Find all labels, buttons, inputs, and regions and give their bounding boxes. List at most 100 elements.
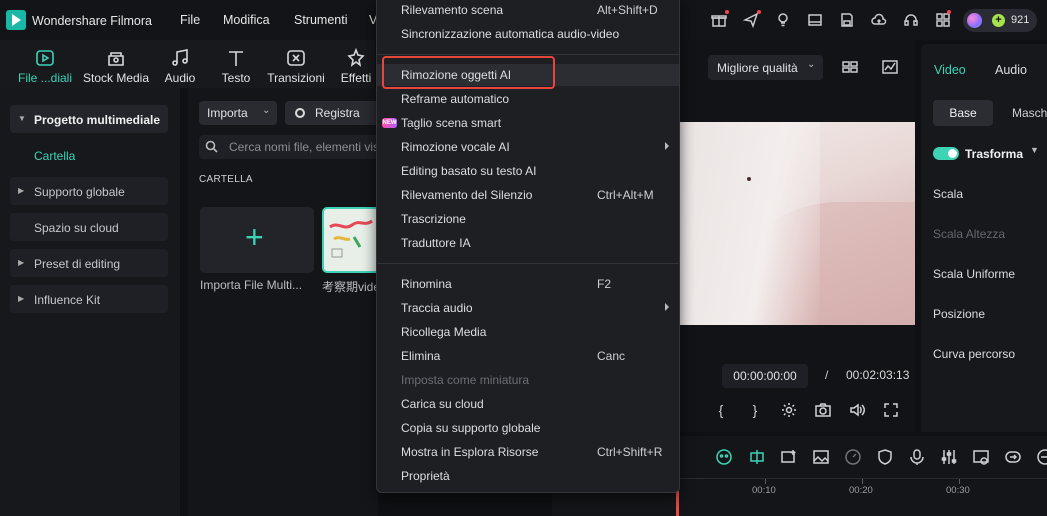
import-media-label: Importa File Multi... [200,278,303,292]
mixer-icon[interactable] [940,448,958,466]
menu-item-editing-testo-ai[interactable]: Editing basato su testo AI [377,160,679,182]
replace-icon[interactable] [972,448,990,466]
menu-item-rinomina[interactable]: Rinomina F2 [377,273,679,295]
record-label: Registra [315,106,360,120]
menu-item-carica-cloud[interactable]: Carica su cloud [377,393,679,415]
save-icon[interactable] [839,12,855,28]
menu-item-shortcut: F2 [597,277,612,291]
total-time: 00:02:03:13 [846,368,910,382]
subtab-mask[interactable]: Masch [1001,100,1047,126]
grid-icon[interactable] [935,12,951,28]
row-scala: Scala [933,187,964,201]
tool-text[interactable]: Testo [216,40,256,88]
sidebar-item-preset-editing[interactable]: ▶ Preset di editing [10,249,168,277]
scope-chart-icon[interactable] [882,59,898,75]
credits-count: 921 [1011,14,1030,26]
bulb-icon[interactable] [775,12,791,28]
sidebar-item-supporto-globale[interactable]: ▶ Supporto globale [10,177,168,205]
video-clip-thumbnail[interactable] [322,207,382,273]
menu-strumenti[interactable]: Strumenti [294,13,348,27]
media-search-input[interactable]: Cerca nomi file, elementi vis [199,135,379,159]
fit-icon[interactable] [1004,448,1022,466]
menu-item-shortcut: Canc [597,349,626,363]
properties-panel: Video Audio Base Masch Trasforma ▼ Scala… [921,44,1047,432]
menu-item-proprieta[interactable]: Proprietà [377,465,679,487]
tool-media[interactable]: File ...diali [14,40,76,88]
tool-transitions[interactable]: Transizioni [266,40,326,88]
sidebar-item-progetto-multimediale[interactable]: ▼ Progetto multimediale [10,105,168,133]
tool-effects[interactable]: Effetti [336,40,376,88]
tool-stock-media[interactable]: Stock Media [82,40,150,88]
credits-badge[interactable]: + 921 [963,9,1037,32]
menu-item-rimozione-vocale-ai[interactable]: Rimozione vocale AI [377,136,679,158]
avatar [967,13,982,28]
send-icon[interactable] [742,12,759,29]
menu-item-mostra-esplora-risorse[interactable]: Mostra in Esplora Risorse Ctrl+Shift+R [377,441,679,463]
tool-audio-label: Audio [164,71,196,85]
menu-item-traccia-audio[interactable]: Traccia audio [377,297,679,319]
tool-media-label: File ...diali [17,71,73,85]
import-label: Importa [207,106,248,120]
tab-video[interactable]: Video [934,63,966,77]
record-dropdown[interactable]: Registra [285,101,385,125]
add-clip-icon[interactable] [780,448,798,466]
menu-item-label: Trascrizione [401,212,466,226]
split-icon[interactable] [748,448,766,466]
sidebar-item-spazio-cloud[interactable]: Spazio su cloud [10,213,168,241]
menu-item-trascrizione[interactable]: Trascrizione [377,208,679,230]
quality-dropdown[interactable]: Migliore qualità ⌄ [708,55,823,80]
menu-item-rilevamento-silenzio[interactable]: Rilevamento del Silenzio Ctrl+Alt+M [377,184,679,206]
menu-item-label: Carica su cloud [401,397,484,411]
media-library: Importa ⌄ Registra Cerca nomi file, elem… [188,88,385,516]
ruler-tick [765,479,766,484]
import-media-tile[interactable]: + [200,207,314,273]
tool-text-label: Testo [221,71,251,85]
ai-face-icon[interactable] [715,448,733,466]
grid-view-icon[interactable] [842,59,858,75]
row-posizione: Posizione [933,307,986,321]
image-icon[interactable] [812,448,830,466]
layout-icon[interactable] [807,12,823,28]
transform-toggle[interactable] [933,147,959,160]
menu-item-copia-supporto-globale[interactable]: Copia su supporto globale [377,417,679,439]
menu-item-reframe-automatico[interactable]: Reframe automatico [377,88,679,110]
sidebar-subitem-cartella[interactable]: Cartella [34,149,75,163]
time-separator: / [825,368,829,382]
sidebar-item-influence-kit[interactable]: ▶ Influence Kit [10,285,168,313]
import-dropdown[interactable]: Importa ⌄ [199,101,277,125]
microphone-icon[interactable] [908,448,926,466]
menu-modifica[interactable]: Modifica [223,13,270,27]
speed-icon[interactable] [844,448,862,466]
menu-item-ricollega-media[interactable]: Ricollega Media [377,321,679,343]
cloud-upload-icon[interactable] [871,12,887,28]
collapse-arrow-icon[interactable]: ▼ [1030,145,1039,155]
mark-in-icon[interactable]: { [713,402,729,418]
plus-icon: + [245,219,264,255]
subtab-base[interactable]: Base [933,100,993,126]
submenu-chevron-icon [665,142,669,150]
menu-item-taglio-scena-smart[interactable]: NEW Taglio scena smart [377,112,679,134]
menu-item-label: Reframe automatico [401,92,510,106]
gift-icon[interactable] [711,12,727,28]
transform-section-title: Trasforma [965,147,1024,161]
shield-icon[interactable] [876,448,894,466]
submenu-chevron-icon [665,303,669,311]
row-curva-percorso: Curva percorso [933,347,1016,361]
menu-item-traduttore-ia[interactable]: Traduttore IA [377,232,679,254]
timeline-ruler[interactable]: 00:10 00:20 00:30 [680,478,1047,516]
tool-audio[interactable]: Audio [160,40,200,88]
menu-item-rilevamento-scena[interactable]: Rilevamento scena Alt+Shift+D [377,0,679,21]
mark-out-icon[interactable]: } [747,402,763,418]
headset-icon[interactable] [903,12,919,28]
settings-gear-icon[interactable] [781,402,797,418]
menu-item-elimina[interactable]: Elimina Canc [377,345,679,367]
menu-item-sincronizzazione-audio-video[interactable]: Sincronizzazione automatica audio-video [377,23,679,45]
volume-icon[interactable] [849,402,865,418]
tab-audio[interactable]: Audio [995,63,1027,77]
menu-item-label: Traccia audio [401,301,473,315]
fullscreen-icon[interactable] [883,402,899,418]
snapshot-camera-icon[interactable] [815,402,831,418]
menu-file[interactable]: File [180,13,200,27]
current-time-field[interactable]: 00:00:00:00 [722,364,808,388]
zoom-out-icon[interactable] [1036,448,1047,466]
